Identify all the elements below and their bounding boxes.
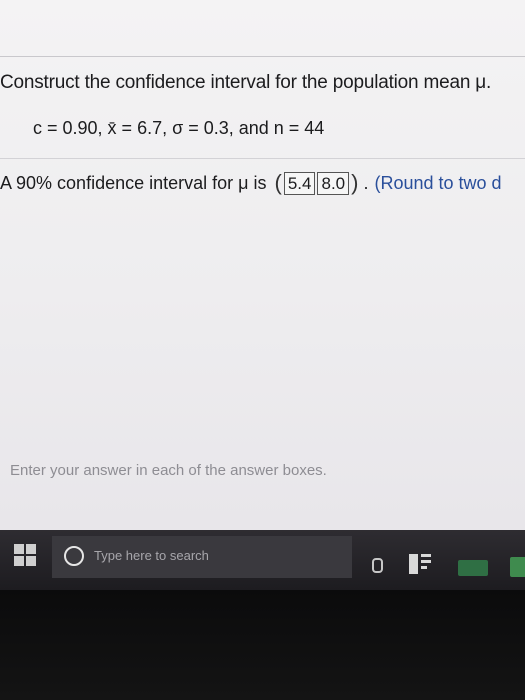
- taskbar-search-input[interactable]: [92, 547, 346, 564]
- monitor-bezel: [0, 590, 525, 700]
- task-view-icon[interactable]: [409, 554, 431, 574]
- app-icon[interactable]: [510, 557, 525, 577]
- upper-bound-input[interactable]: 8.0: [317, 171, 350, 195]
- answer-hint: Enter your answer in each of the answer …: [10, 462, 327, 479]
- taskbar-search-box[interactable]: [52, 536, 352, 578]
- round-note: (Round to two d: [374, 172, 502, 193]
- lower-bound-input[interactable]: 5.4: [283, 171, 316, 195]
- answer-line: A 90% confidence interval for μ is ( 5.4…: [0, 170, 502, 196]
- taskbar: [0, 530, 525, 590]
- open-paren: (: [274, 170, 282, 195]
- close-paren: ): [351, 170, 359, 195]
- answer-prefix: A 90% confidence interval for μ is: [0, 172, 267, 193]
- question-prompt: Construct the confidence interval for th…: [0, 72, 492, 93]
- period: .: [363, 172, 369, 193]
- windows-start-icon[interactable]: [14, 544, 36, 566]
- cortana-circle-icon[interactable]: [64, 546, 84, 566]
- divider: [0, 56, 525, 57]
- microphone-icon[interactable]: [372, 558, 383, 573]
- web-content-area: Construct the confidence interval for th…: [0, 0, 525, 530]
- divider: [0, 158, 525, 159]
- given-values: c = 0.90, x̄ = 6.7, σ = 0.3, and n = 44: [33, 118, 325, 138]
- app-icon[interactable]: [458, 560, 488, 576]
